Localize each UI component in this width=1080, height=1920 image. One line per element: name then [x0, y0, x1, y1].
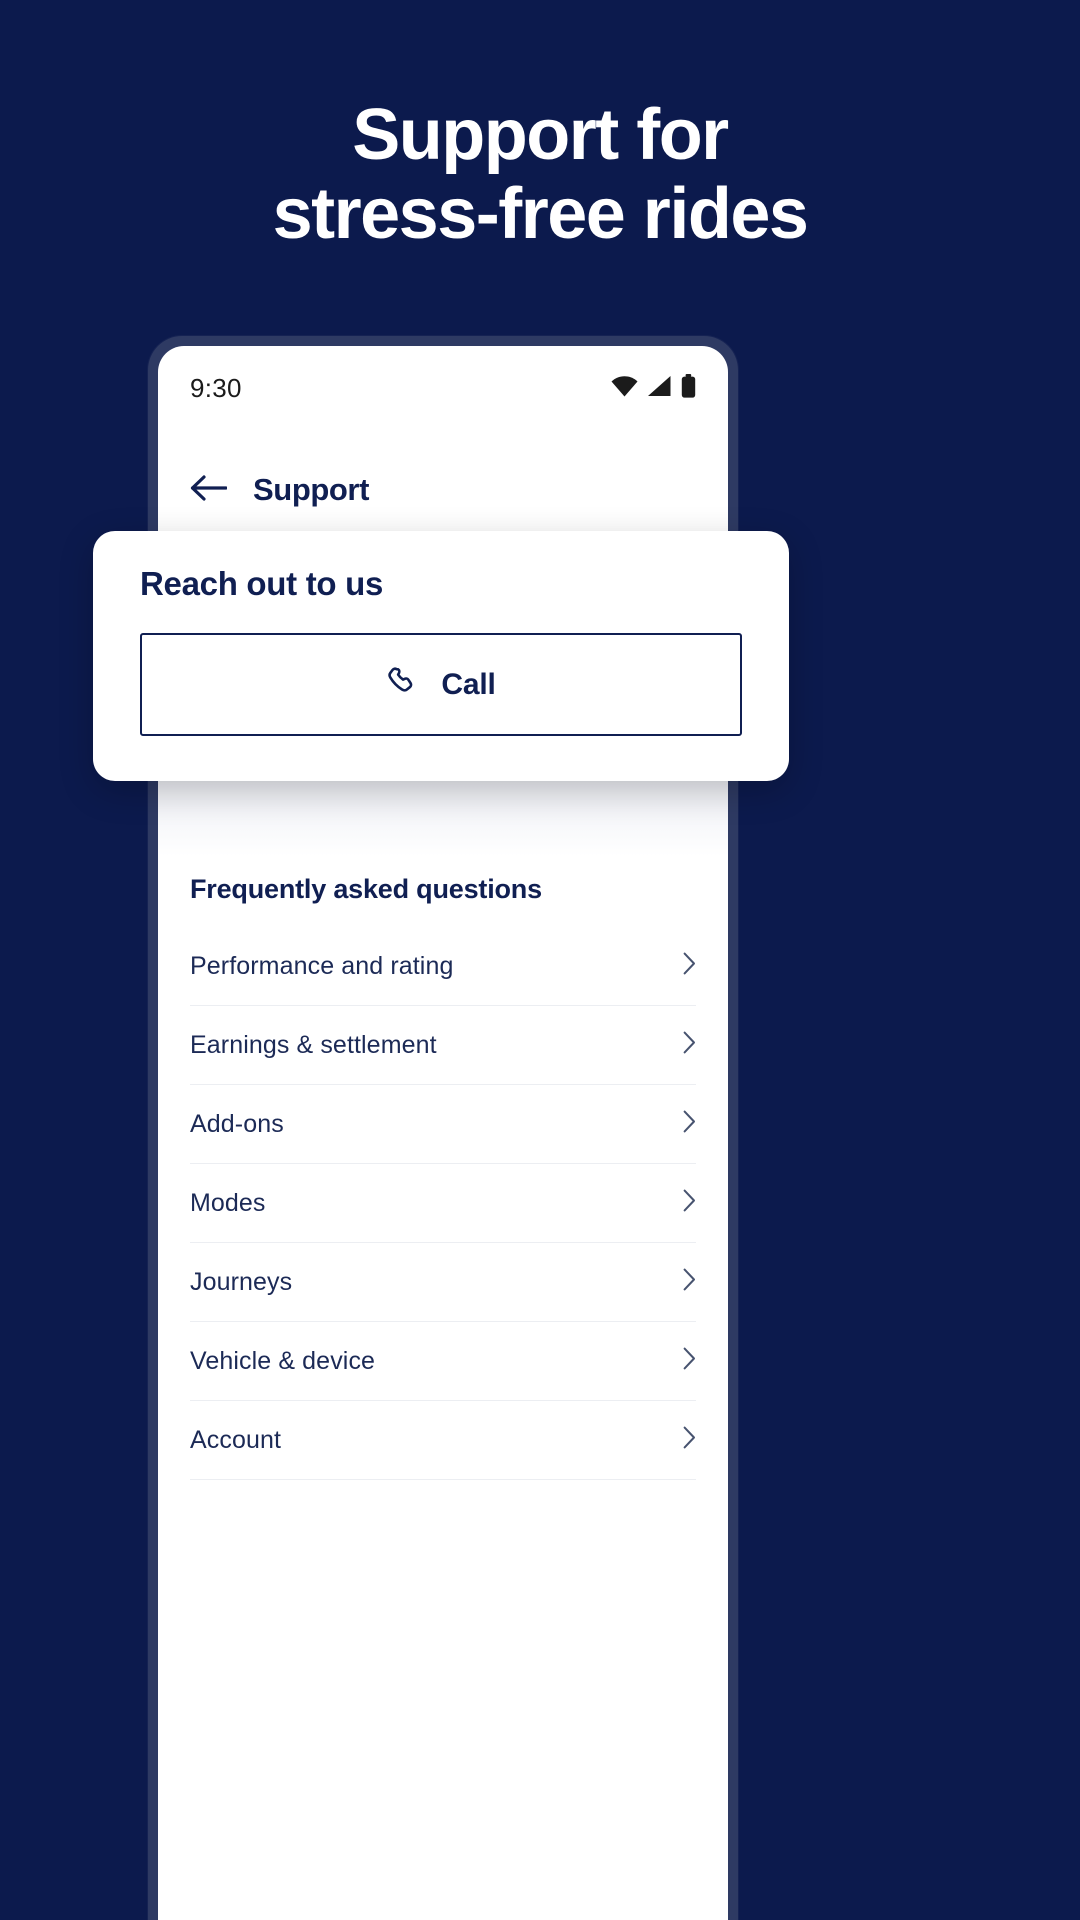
status-bar-icons: [611, 373, 696, 403]
call-button[interactable]: Call: [140, 633, 742, 736]
chevron-right-icon: [683, 1347, 696, 1375]
arrow-left-icon[interactable]: [190, 474, 228, 507]
headline-line-2: stress-free rides: [272, 174, 809, 255]
chevron-right-icon: [683, 1031, 696, 1059]
wifi-icon: [611, 375, 638, 402]
reach-out-card: Reach out to us Call: [93, 531, 789, 781]
faq-list: Performance and rating Earnings & settle…: [190, 927, 696, 1480]
faq-item-label: Add-ons: [190, 1109, 284, 1138]
chevron-right-icon: [683, 1426, 696, 1454]
headline-line-1: Support for: [352, 95, 729, 175]
faq-item-vehicle-and-device[interactable]: Vehicle & device: [190, 1322, 696, 1401]
chevron-right-icon: [683, 952, 696, 980]
faq-item-label: Journeys: [190, 1267, 293, 1296]
faq-item-account[interactable]: Account: [190, 1401, 696, 1480]
cellular-signal-icon: [647, 375, 672, 402]
chevron-right-icon: [683, 1268, 696, 1296]
faq-item-label: Earnings & settlement: [190, 1030, 437, 1059]
faq-item-performance-and-rating[interactable]: Performance and rating: [190, 927, 696, 1006]
faq-item-modes[interactable]: Modes: [190, 1164, 696, 1243]
promo-screenshot: Support for stress-free rides 9:30 Suppo…: [0, 0, 1080, 1920]
reach-out-heading: Reach out to us: [140, 565, 384, 602]
faq-item-journeys[interactable]: Journeys: [190, 1243, 696, 1322]
faq-item-label: Account: [190, 1425, 282, 1454]
status-bar-time: 9:30: [190, 372, 242, 403]
faq-item-add-ons[interactable]: Add-ons: [190, 1085, 696, 1164]
battery-icon: [681, 373, 696, 403]
faq-item-label: Modes: [190, 1188, 266, 1217]
app-header: Support: [158, 454, 728, 526]
phone-call-icon: [386, 666, 419, 704]
status-bar: 9:30: [158, 346, 728, 430]
faq-heading: Frequently asked questions: [190, 874, 542, 904]
faq-item-label: Performance and rating: [190, 951, 454, 980]
faq-item-earnings-and-settlement[interactable]: Earnings & settlement: [190, 1006, 696, 1085]
faq-section: Frequently asked questions Performance a…: [158, 856, 728, 1920]
screen-title: Support: [253, 472, 370, 507]
page-title: Support for stress-free rides: [0, 95, 1080, 255]
call-button-label: Call: [441, 667, 496, 701]
chevron-right-icon: [683, 1189, 696, 1217]
faq-item-label: Vehicle & device: [190, 1346, 376, 1375]
chevron-right-icon: [683, 1110, 696, 1138]
